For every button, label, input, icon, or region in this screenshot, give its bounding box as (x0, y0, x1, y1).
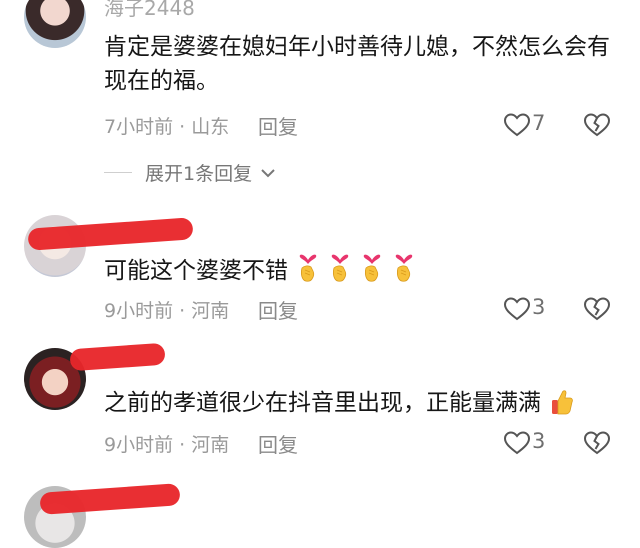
comment-item (0, 480, 640, 548)
comment-meta: 9小时前 · 河南 (104, 296, 229, 323)
like-count: 3 (532, 295, 546, 319)
reply-button[interactable]: 回复 (258, 295, 298, 324)
comment-text: 可能这个婆婆不错 (104, 254, 624, 288)
divider (104, 172, 132, 173)
redaction-mark (69, 342, 166, 372)
broken-heart-icon[interactable] (584, 297, 610, 321)
comment-item: 可能这个婆婆不错 9小时前 · 河南 回复 3 (0, 200, 640, 340)
heart-icon[interactable] (504, 431, 530, 455)
comment-meta: 9小时前 · 河南 (104, 430, 229, 457)
finger-heart-emoji (299, 254, 317, 282)
broken-heart-icon[interactable] (584, 431, 610, 455)
comment-time: 9小时前 (104, 434, 174, 456)
like-count: 7 (532, 111, 546, 135)
finger-heart-emoji (363, 254, 381, 282)
reply-button[interactable]: 回复 (258, 111, 298, 140)
reply-button[interactable]: 回复 (258, 429, 298, 458)
chevron-down-icon (261, 169, 275, 178)
heart-icon[interactable] (504, 113, 530, 137)
thumbs-up-emoji (552, 390, 573, 415)
broken-heart-icon[interactable] (584, 113, 610, 137)
comment-item: 之前的孝道很少在抖音里出现，正能量满满 9小时前 · 河南 回复 3 (0, 340, 640, 480)
comment-text-content: 可能这个婆婆不错 (104, 258, 288, 284)
heart-icon[interactable] (504, 297, 530, 321)
comment-location: 山东 (191, 116, 230, 138)
comment-text: 肯定是婆婆在媳妇年小时善待儿媳，不然怎么会有现在的福。 (104, 34, 610, 94)
expand-replies-button[interactable]: 展开1条回复 (145, 159, 276, 186)
avatar[interactable] (24, 0, 86, 48)
separator-dot: · (179, 300, 186, 322)
like-count: 3 (532, 429, 546, 453)
separator-dot: · (179, 116, 186, 138)
comment-meta: 7小时前 · 山东 (104, 112, 229, 139)
comment-time: 9小时前 (104, 300, 174, 322)
expand-replies-label: 展开1条回复 (145, 163, 253, 185)
comment-text: 之前的孝道很少在抖音里出现，正能量满满 (104, 386, 624, 420)
username[interactable]: 海子2448 (104, 0, 195, 21)
comment-location: 河南 (191, 434, 230, 456)
comment-text-content: 之前的孝道很少在抖音里出现，正能量满满 (104, 390, 541, 416)
comment-time: 7小时前 (104, 116, 174, 138)
finger-heart-emoji (395, 254, 413, 282)
comment-location: 河南 (191, 300, 230, 322)
separator-dot: · (179, 434, 186, 456)
comment-item: 海子2448 肯定是婆婆在媳妇年小时善待儿媳，不然怎么会有现在的福。 7小时前 … (0, 0, 640, 190)
finger-heart-emoji (331, 254, 349, 282)
